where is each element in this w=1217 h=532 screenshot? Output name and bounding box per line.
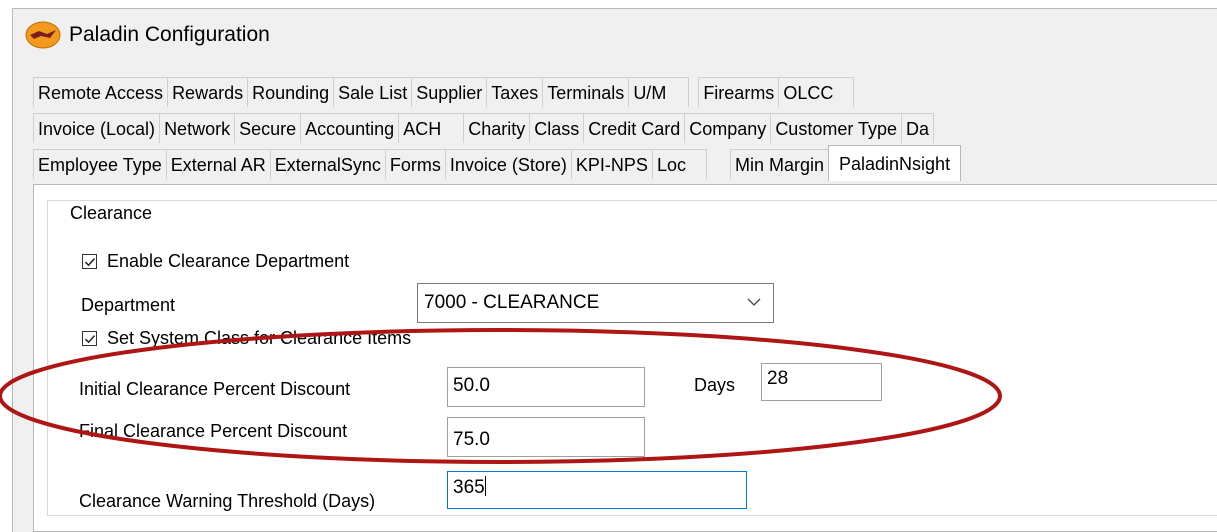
tab-min-margin[interactable]: Min Margin	[729, 149, 829, 179]
checkmark-icon	[84, 335, 96, 344]
tab-row-1: Remote Access Rewards Rounding Sale List…	[33, 77, 855, 108]
tab-company[interactable]: Company	[684, 113, 772, 143]
tab-row-2: Invoice (Local) Network Secure Accountin…	[33, 113, 935, 144]
tab-paladinnsight[interactable]: PaladinNsight	[828, 145, 962, 181]
initial-discount-label: Initial Clearance Percent Discount	[79, 379, 351, 399]
chevron-down-icon	[747, 298, 761, 306]
warning-threshold-input[interactable]: 365	[447, 471, 747, 509]
set-class-checkbox[interactable]	[82, 331, 97, 346]
tab-da[interactable]: Da	[901, 113, 935, 143]
set-class-label: Set System Class for Clearance Items	[107, 328, 412, 348]
tab-terminals[interactable]: Terminals	[542, 77, 630, 107]
tab-secure[interactable]: Secure	[234, 113, 302, 143]
tab-supplier[interactable]: Supplier	[411, 77, 488, 107]
tab-rounding[interactable]: Rounding	[247, 77, 335, 107]
final-discount-label: Final Clearance Percent Discount	[79, 421, 348, 441]
checkmark-icon	[84, 258, 96, 267]
warning-threshold-value: 365	[453, 477, 485, 498]
tab-olcc[interactable]: OLCC	[778, 77, 855, 107]
tab-accounting[interactable]: Accounting	[300, 113, 400, 143]
tab-loc[interactable]: Loc	[651, 149, 707, 179]
days-input[interactable]: 28	[761, 363, 882, 401]
title-bar: Paladin Configuration	[13, 9, 1217, 61]
tab-um[interactable]: U/M	[628, 77, 690, 107]
tab-invoice-local[interactable]: Invoice (Local)	[33, 113, 161, 143]
enable-clearance-row[interactable]: Enable Clearance Department	[82, 251, 349, 272]
tab-credit-card[interactable]: Credit Card	[583, 113, 686, 143]
tab-charity[interactable]: Charity	[463, 113, 531, 143]
tab-panel-paladinnsight: Clearance Enable Clearance Department De…	[33, 184, 1217, 532]
tab-invoice-store[interactable]: Invoice (Store)	[444, 149, 572, 179]
tab-external-ar[interactable]: External AR	[165, 149, 271, 179]
tab-forms[interactable]: Forms	[384, 149, 446, 179]
window-title: Paladin Configuration	[69, 23, 270, 46]
tab-remote-access[interactable]: Remote Access	[33, 77, 169, 107]
final-discount-input[interactable]: 75.0	[447, 417, 645, 457]
tab-employee-type[interactable]: Employee Type	[33, 149, 167, 179]
department-select[interactable]: 7000 - CLEARANCE	[417, 283, 774, 323]
tab-firearms[interactable]: Firearms	[698, 77, 780, 107]
department-value: 7000 - CLEARANCE	[424, 292, 600, 313]
tab-externalsync[interactable]: ExternalSync	[269, 149, 386, 179]
days-label: Days	[694, 375, 736, 395]
clearance-groupbox: Clearance Enable Clearance Department De…	[47, 200, 1217, 516]
tab-class[interactable]: Class	[529, 113, 585, 143]
tab-row-3: Employee Type External AR ExternalSync F…	[33, 145, 962, 181]
enable-clearance-label: Enable Clearance Department	[107, 251, 350, 271]
tab-sale-list[interactable]: Sale List	[333, 77, 413, 107]
clearance-group-title: Clearance	[66, 203, 157, 224]
set-class-row[interactable]: Set System Class for Clearance Items	[82, 328, 411, 349]
tab-ach[interactable]: ACH	[398, 113, 465, 143]
text-caret	[484, 476, 486, 496]
paladin-app-icon	[25, 20, 61, 50]
enable-clearance-checkbox[interactable]	[82, 254, 97, 269]
tab-taxes[interactable]: Taxes	[486, 77, 544, 107]
configuration-window: Paladin Configuration Remote Access Rewa…	[12, 8, 1217, 532]
department-label: Department	[81, 295, 176, 315]
initial-discount-input[interactable]: 50.0	[447, 367, 645, 407]
tab-network[interactable]: Network	[159, 113, 236, 143]
tab-kpi-nps[interactable]: KPI-NPS	[570, 149, 653, 179]
warning-threshold-label: Clearance Warning Threshold (Days)	[79, 491, 376, 511]
tab-customer-type[interactable]: Customer Type	[770, 113, 903, 143]
tab-rewards[interactable]: Rewards	[167, 77, 249, 107]
